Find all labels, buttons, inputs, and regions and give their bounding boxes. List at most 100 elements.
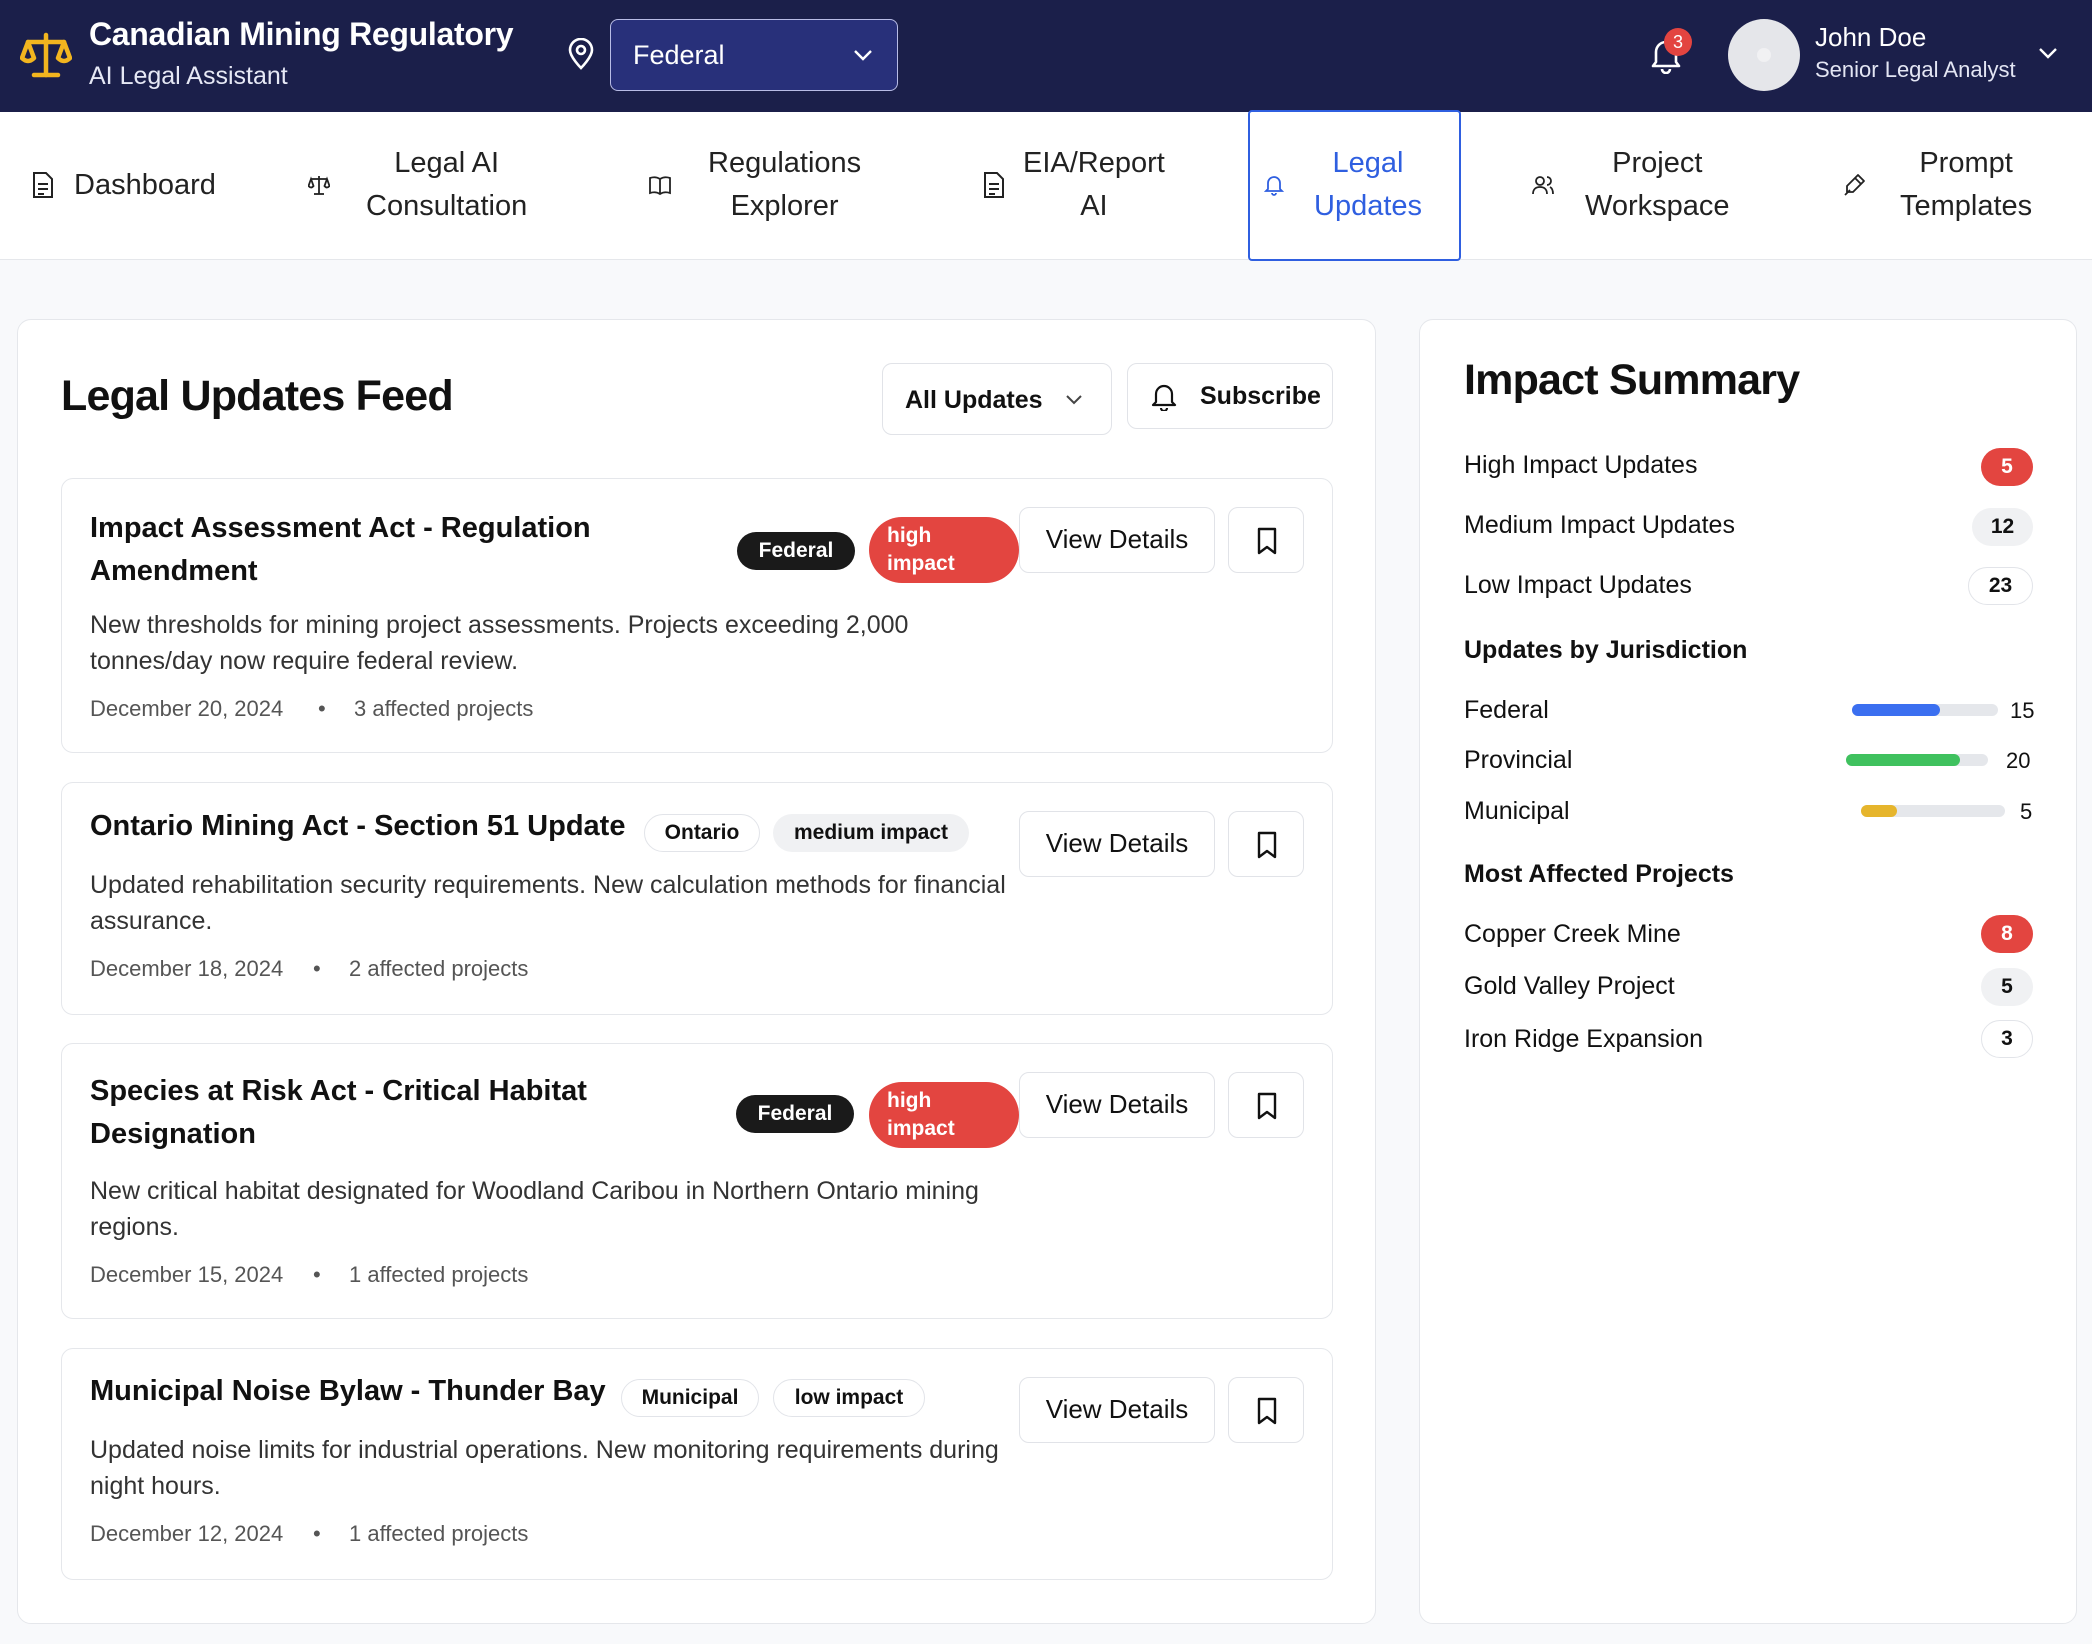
tab-prompt-templates[interactable]: Prompt Templates bbox=[1840, 112, 2085, 260]
bookmark-icon bbox=[1257, 831, 1277, 859]
project-count-gold-valley: 5 bbox=[1981, 968, 2033, 1006]
project-count-iron-ridge: 3 bbox=[1981, 1020, 2033, 1058]
federal-progress-fill bbox=[1852, 704, 1940, 716]
users-icon bbox=[1532, 176, 1554, 195]
bookmark-icon bbox=[1257, 1397, 1277, 1425]
document-icon bbox=[33, 172, 53, 198]
federal-progress-bar bbox=[1852, 704, 1998, 716]
summary-title: Impact Summary bbox=[1464, 356, 1800, 404]
meta-separator: • bbox=[313, 1521, 321, 1546]
tab-label: Dashboard bbox=[74, 169, 216, 201]
tab-legal-updates[interactable]: Legal Updates bbox=[1248, 110, 1461, 261]
bell-icon bbox=[1151, 384, 1177, 411]
low-impact-label: Low Impact Updates bbox=[1464, 571, 1692, 599]
high-impact-count: 5 bbox=[1981, 448, 2033, 486]
app-subtitle: AI Legal Assistant bbox=[89, 62, 288, 90]
affected-projects: 3 affected projects bbox=[354, 696, 534, 721]
avatar[interactable] bbox=[1728, 19, 1800, 91]
federal-count: 15 bbox=[2010, 698, 2035, 723]
bookmark-icon bbox=[1257, 1092, 1277, 1120]
jurisdiction-value: Federal bbox=[633, 40, 725, 70]
update-description: New thresholds for mining project assess… bbox=[90, 611, 909, 675]
app-title: Canadian Mining Regulatory bbox=[89, 16, 514, 52]
update-card-ontario-mining-act: Ontario Mining Act - Section 51 Update O… bbox=[61, 782, 1333, 1015]
update-card-impact-assessment: Impact Assessment Act - Regulation Amend… bbox=[61, 478, 1333, 753]
provincial-count: 20 bbox=[2006, 748, 2031, 773]
project-label-copper-creek[interactable]: Copper Creek Mine bbox=[1464, 920, 1681, 949]
meta-separator: • bbox=[313, 956, 321, 981]
update-title: Ontario Mining Act - Section 51 Update bbox=[90, 810, 626, 842]
jurisdiction-select[interactable]: Federal bbox=[610, 19, 898, 91]
update-description: Updated noise limits for industrial oper… bbox=[90, 1436, 999, 1500]
impact-badge: low impact bbox=[773, 1379, 925, 1417]
update-date: December 18, 2024 bbox=[90, 956, 284, 981]
bookmark-button[interactable] bbox=[1228, 1072, 1304, 1138]
update-description: New critical habitat designated for Wood… bbox=[90, 1177, 979, 1241]
affected-projects: 1 affected projects bbox=[349, 1521, 529, 1546]
bell-icon bbox=[1264, 176, 1284, 196]
filter-value: All Updates bbox=[905, 386, 1043, 414]
tab-label: Prompt Templates bbox=[1900, 147, 2033, 222]
high-impact-label: High Impact Updates bbox=[1464, 451, 1698, 479]
top-header: Canadian Mining Regulatory AI Legal Assi… bbox=[0, 0, 2092, 112]
notification-count-badge: 3 bbox=[1664, 28, 1692, 56]
jurisdiction-label-municipal: Municipal bbox=[1464, 797, 1570, 825]
jurisdiction-label-provincial: Provincial bbox=[1464, 746, 1573, 774]
provincial-progress-fill bbox=[1846, 754, 1960, 766]
tab-label: Legal AI Consultation bbox=[366, 147, 528, 222]
meta-separator: • bbox=[318, 696, 326, 721]
bookmark-button[interactable] bbox=[1228, 811, 1304, 877]
view-details-button[interactable]: View Details bbox=[1019, 811, 1215, 877]
affected-projects: 1 affected projects bbox=[349, 1262, 529, 1287]
bookmark-icon bbox=[1257, 527, 1277, 555]
view-details-button[interactable]: View Details bbox=[1019, 507, 1215, 573]
affected-projects: 2 affected projects bbox=[349, 956, 529, 981]
tab-regulations-explorer[interactable]: Regulations Explorer bbox=[640, 112, 880, 260]
update-title: Municipal Noise Bylaw - Thunder Bay bbox=[90, 1375, 606, 1407]
main-nav-tabs: Dashboard Legal AI Consultation Regulati… bbox=[0, 110, 2092, 261]
provincial-progress-bar bbox=[1846, 754, 1988, 766]
updates-filter-select[interactable]: All Updates bbox=[882, 363, 1112, 435]
feed-title: Legal Updates Feed bbox=[61, 372, 454, 420]
scale-icon bbox=[308, 176, 330, 195]
user-role: Senior Legal Analyst bbox=[1815, 57, 2016, 82]
municipal-progress-bar bbox=[1861, 805, 2005, 817]
tab-legal-ai-consultation[interactable]: Legal AI Consultation bbox=[300, 112, 560, 260]
bookmark-button[interactable] bbox=[1228, 1377, 1304, 1443]
impact-badge: medium impact bbox=[773, 814, 969, 852]
jurisdiction-badge: Municipal bbox=[621, 1379, 759, 1417]
subscribe-button[interactable]: Subscribe bbox=[1127, 363, 1333, 429]
document-icon bbox=[984, 172, 1004, 198]
medium-impact-count: 12 bbox=[1972, 508, 2033, 546]
tab-project-workspace[interactable]: Project Workspace bbox=[1525, 112, 1755, 260]
view-details-button[interactable]: View Details bbox=[1019, 1072, 1215, 1138]
scale-logo-icon bbox=[20, 32, 72, 78]
pen-icon bbox=[1844, 174, 1865, 196]
tab-label: Regulations Explorer bbox=[708, 147, 862, 222]
tab-label: Project Workspace bbox=[1585, 147, 1730, 222]
jurisdiction-section-heading: Updates by Jurisdiction bbox=[1464, 636, 1748, 664]
municipal-progress-fill bbox=[1861, 805, 1897, 817]
low-impact-count: 23 bbox=[1968, 567, 2033, 605]
chevron-down-icon bbox=[854, 50, 872, 61]
user-name: John Doe bbox=[1815, 22, 1927, 52]
projects-section-heading: Most Affected Projects bbox=[1464, 860, 1734, 888]
meta-separator: • bbox=[313, 1262, 321, 1287]
impact-badge: high impact bbox=[869, 517, 1019, 583]
update-description: Updated rehabilitation security requirem… bbox=[90, 871, 1006, 935]
jurisdiction-badge: Federal bbox=[737, 532, 855, 570]
update-title: Species at Risk Act - Critical Habitat D… bbox=[90, 1075, 587, 1150]
chevron-down-icon bbox=[1066, 395, 1082, 405]
update-title: Impact Assessment Act - Regulation Amend… bbox=[90, 512, 591, 587]
project-label-gold-valley[interactable]: Gold Valley Project bbox=[1464, 972, 1675, 1001]
project-label-iron-ridge[interactable]: Iron Ridge Expansion bbox=[1464, 1025, 1703, 1054]
tab-label: Legal Updates bbox=[1314, 147, 1423, 222]
tab-eia-report-ai[interactable]: EIA/Report AI bbox=[975, 112, 1195, 260]
view-details-button[interactable]: View Details bbox=[1019, 1377, 1215, 1443]
project-count-copper-creek: 8 bbox=[1981, 915, 2033, 953]
user-menu-chevron-icon[interactable] bbox=[2038, 46, 2058, 60]
update-card-municipal-noise-bylaw: Municipal Noise Bylaw - Thunder Bay Muni… bbox=[61, 1348, 1333, 1580]
bookmark-button[interactable] bbox=[1228, 507, 1304, 573]
tab-dashboard[interactable]: Dashboard bbox=[20, 112, 240, 260]
jurisdiction-label-federal: Federal bbox=[1464, 696, 1549, 724]
